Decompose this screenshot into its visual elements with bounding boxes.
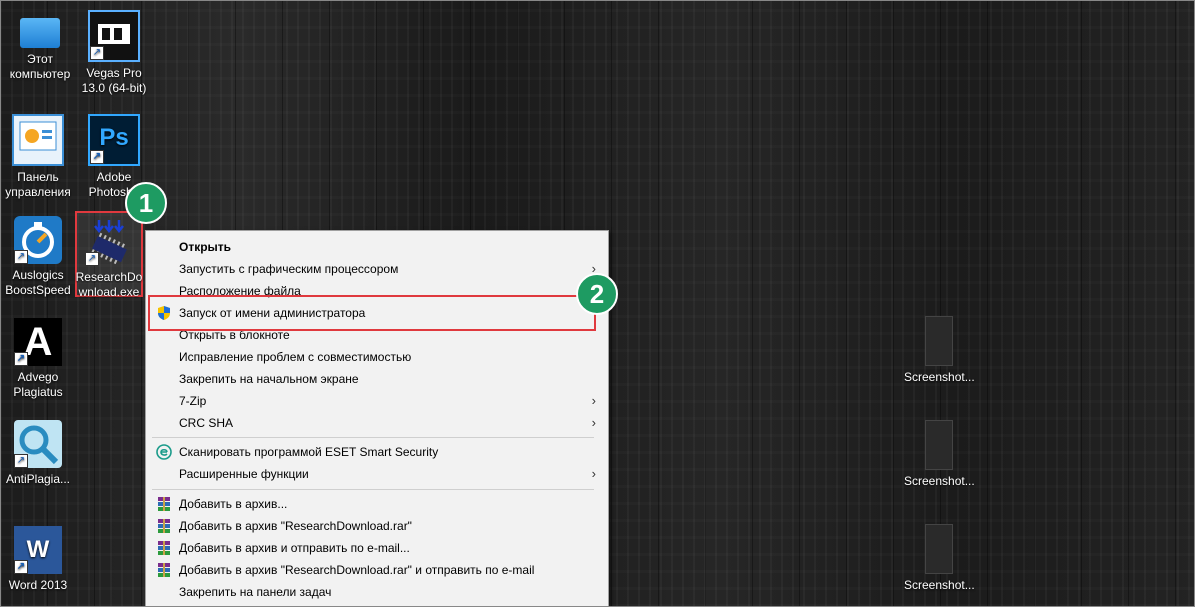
menu-item-label: Исправление проблем с совместимостью	[179, 350, 412, 364]
desktop-icon-label: Word 2013	[8, 578, 68, 592]
desktop-icon-label: ResearchDownload.exe	[75, 270, 143, 299]
menu-item-label: Добавить в архив "ResearchDownload.rar"	[179, 519, 412, 533]
screenshot-thumb	[925, 524, 953, 574]
menu-item-add-and-email[interactable]: Добавить в архив и отправить по e-mail..…	[146, 537, 608, 559]
word-icon: W ↗	[14, 526, 62, 574]
desktop-icon-this-pc[interactable]: Этот компьютер	[6, 10, 74, 82]
step-badge-1-label: 1	[138, 188, 154, 218]
desktop-icon-label: Vegas Pro 13.0 (64-bit)	[81, 66, 147, 95]
desktop-icon-auslogics[interactable]: ↗ Auslogics BoostSpeed	[4, 216, 72, 298]
menu-item-run-as-admin[interactable]: Запуск от имени администратора	[146, 302, 608, 324]
magnifier-icon: ↗	[14, 420, 62, 468]
desktop-icon-screenshot-1[interactable]: Screenshot...	[904, 316, 975, 384]
desktop-icon-label: Screenshot...	[904, 370, 975, 384]
desktop-icon-research-download[interactable]: ↗ ResearchDownload.exe	[75, 218, 143, 300]
winrar-icon	[156, 496, 172, 512]
eset-icon	[156, 444, 172, 460]
winrar-icon	[156, 518, 172, 534]
desktop-icon-label: Панель управления	[5, 170, 71, 199]
desktop-icon-screenshot-2[interactable]: Screenshot...	[904, 420, 975, 488]
menu-item-label: Запустить с графическим процессором	[179, 262, 399, 276]
shortcut-arrow-icon: ↗	[14, 352, 28, 366]
desktop-icon-word[interactable]: W ↗ Word 2013	[4, 526, 72, 593]
desktop-icon-label: Screenshot...	[904, 474, 975, 488]
menu-item-pin-to-taskbar[interactable]: Закрепить на панели задач	[146, 581, 608, 603]
boostspeed-icon: ↗	[14, 216, 62, 264]
menu-item-label: Добавить в архив и отправить по e-mail..…	[179, 541, 410, 555]
menu-item-label: Закрепить на начальном экране	[179, 372, 359, 386]
winrar-icon	[156, 562, 172, 578]
menu-item-eset-scan[interactable]: Сканировать программой ESET Smart Securi…	[146, 441, 608, 463]
step-badge-2-label: 2	[589, 279, 605, 309]
menu-item-open-in-notepad[interactable]: Открыть в блокноте	[146, 324, 608, 346]
menu-item-add-rar-and-email[interactable]: Добавить в архив "ResearchDownload.rar" …	[146, 559, 608, 581]
desktop-icon-screenshot-3[interactable]: Screenshot...	[904, 524, 975, 592]
uac-shield-icon	[156, 305, 172, 321]
photoshop-icon: Ps ↗	[88, 114, 140, 166]
shortcut-arrow-icon: ↗	[90, 46, 104, 60]
chip-icon: ↗	[85, 218, 133, 266]
shortcut-arrow-icon: ↗	[90, 150, 104, 164]
desktop-icon-vegas[interactable]: ↗ Vegas Pro 13.0 (64-bit)	[80, 10, 148, 96]
step-badge-2: 2	[576, 273, 618, 315]
screenshot-thumb	[925, 316, 953, 366]
step-badge-1: 1	[125, 182, 167, 224]
menu-item-label: Расширенные функции	[179, 467, 309, 481]
shortcut-arrow-icon: ↗	[85, 252, 99, 266]
menu-item-run-with-gpu[interactable]: Запустить с графическим процессором ›	[146, 258, 608, 280]
letter-a-icon: A ↗	[14, 318, 62, 366]
menu-item-label: Запуск от имени администратора	[179, 306, 366, 320]
desktop-icon-advego[interactable]: A ↗ Advego Plagiatus	[4, 318, 72, 400]
menu-item-label: Открыть	[179, 240, 232, 254]
desktop-icon-label: AntiPlagia...	[5, 472, 71, 486]
menu-separator	[152, 489, 594, 490]
film-icon: ↗	[88, 10, 140, 62]
winrar-icon	[156, 540, 172, 556]
menu-item-label: Закрепить на панели задач	[179, 585, 332, 599]
photoshop-glyph: Ps	[99, 124, 129, 151]
chevron-right-icon: ›	[591, 415, 596, 430]
computer-icon	[20, 18, 60, 48]
menu-separator	[152, 437, 594, 438]
screenshot-thumb	[925, 420, 953, 470]
menu-item-pin-to-start[interactable]: Закрепить на начальном экране	[146, 368, 608, 390]
menu-item-open[interactable]: Открыть	[146, 236, 608, 258]
desktop-icon-control-panel[interactable]: Панель управления	[4, 114, 72, 200]
menu-item-label: Расположение файла	[179, 284, 301, 298]
menu-item-add-to-rar[interactable]: Добавить в архив "ResearchDownload.rar"	[146, 515, 608, 537]
menu-item-label: CRC SHA	[179, 416, 234, 430]
menu-item-troubleshoot-compat[interactable]: Исправление проблем с совместимостью	[146, 346, 608, 368]
desktop-icon-antiplagiat[interactable]: ↗ AntiPlagia...	[4, 420, 72, 487]
menu-item-label: Добавить в архив...	[179, 497, 288, 511]
desktop-icon-label: Auslogics BoostSpeed	[5, 268, 71, 297]
menu-item-label: Сканировать программой ESET Smart Securi…	[179, 445, 439, 459]
control-panel-icon	[12, 114, 64, 166]
shortcut-arrow-icon: ↗	[14, 250, 28, 264]
menu-item-add-to-archive[interactable]: Добавить в архив...	[146, 493, 608, 515]
shortcut-arrow-icon: ↗	[14, 560, 28, 574]
menu-item-file-location[interactable]: Расположение файла	[146, 280, 608, 302]
desktop-icon-label: Advego Plagiatus	[13, 370, 63, 399]
context-menu: Открыть Запустить с графическим процессо…	[145, 230, 609, 607]
desktop-icon-label: Screenshot...	[904, 578, 975, 592]
word-glyph: W	[26, 536, 50, 563]
desktop-icon-label: Этот компьютер	[9, 52, 71, 81]
menu-item-7zip[interactable]: 7-Zip ›	[146, 390, 608, 412]
chevron-right-icon: ›	[591, 393, 596, 408]
menu-item-label: 7-Zip	[179, 394, 207, 408]
shortcut-arrow-icon: ↗	[14, 454, 28, 468]
menu-item-crc-sha[interactable]: CRC SHA ›	[146, 412, 608, 434]
chevron-right-icon: ›	[591, 466, 596, 481]
menu-item-label: Добавить в архив "ResearchDownload.rar" …	[179, 563, 535, 577]
menu-item-advanced-features[interactable]: Расширенные функции ›	[146, 463, 608, 485]
menu-item-label: Открыть в блокноте	[179, 328, 290, 342]
